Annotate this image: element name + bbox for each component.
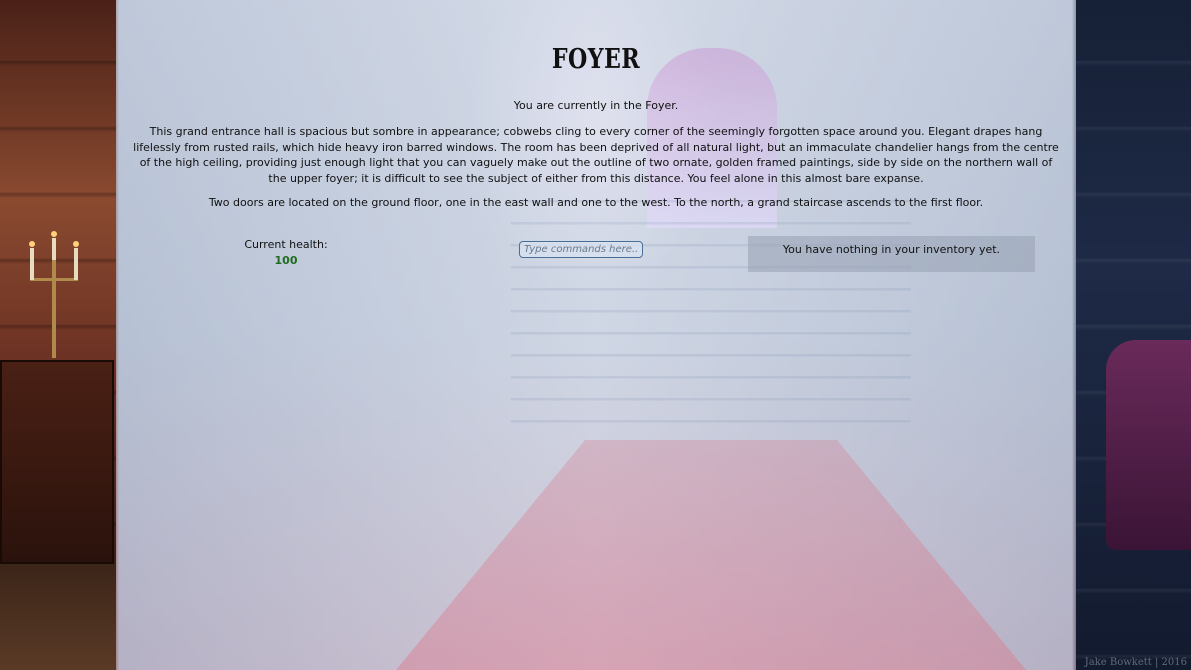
background-floor-left — [0, 560, 116, 670]
command-input[interactable] — [519, 241, 643, 258]
room-description: This grand entrance hall is spacious but… — [133, 125, 1059, 185]
location-text: You are currently in the Foyer. — [513, 99, 679, 112]
inventory-panel: You have nothing in your inventory yet. — [748, 236, 1035, 272]
game-content: FOYER You are currently in the Foyer. Th… — [116, 0, 1076, 670]
candelabra-image — [29, 231, 79, 358]
background-wall-right — [1076, 0, 1191, 670]
health-value: 100 — [274, 254, 298, 267]
inventory-empty-text: You have nothing in your inventory yet. — [782, 243, 1001, 256]
background-cabinet — [0, 360, 114, 564]
room-title: FOYER — [551, 44, 641, 75]
health-status: Current health: 100 — [226, 237, 346, 269]
health-label: Current health: — [244, 238, 328, 251]
room-exits: Two doors are located on the ground floo… — [208, 196, 984, 209]
background-chair — [1106, 340, 1191, 550]
artist-credit: Jake Bowkett | 2016 — [1084, 657, 1187, 668]
